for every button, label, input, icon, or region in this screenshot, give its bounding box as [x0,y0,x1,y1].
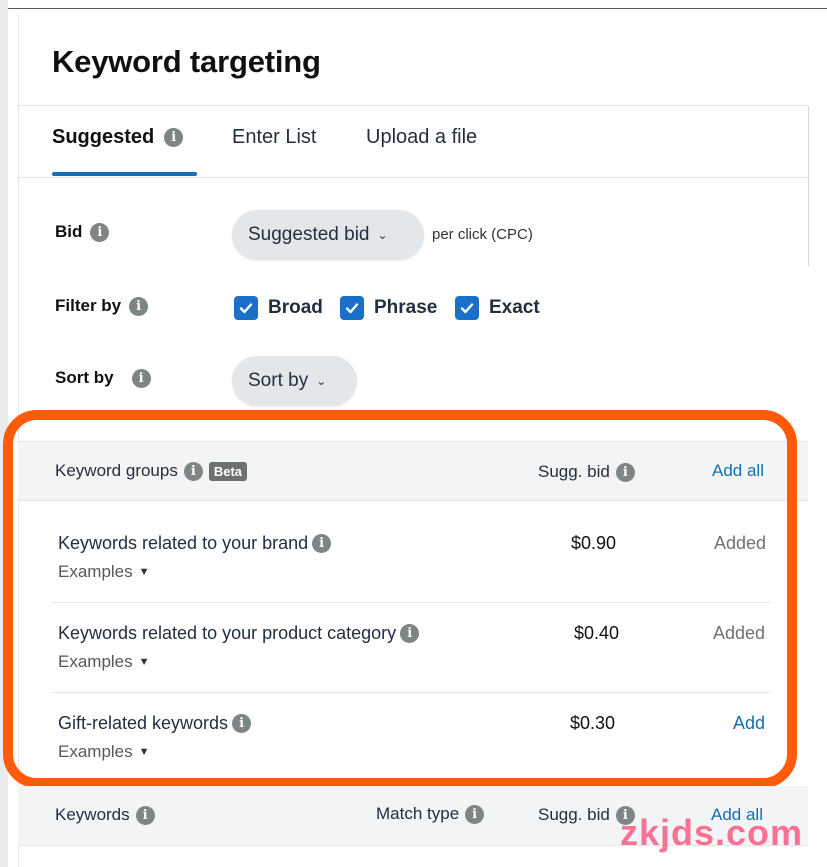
keywords-bid-column-label: Sugg. bid [538,805,610,824]
filter-label-text: Filter by [55,296,122,315]
bid-select[interactable]: Suggested bid ⌄ [232,210,424,260]
tab-upload-file[interactable]: Upload a file [366,126,477,149]
active-tab-indicator [52,172,197,176]
tab-enter-list[interactable]: Enter List [232,126,316,149]
info-icon[interactable]: i [129,296,149,316]
info-icon[interactable]: i [131,368,151,388]
filter-exact[interactable]: Exact [455,296,540,320]
checkbox-checked-icon[interactable] [234,296,258,320]
bid-label-text: Bid [55,222,83,241]
per-click-text: per click (CPC) [432,226,533,243]
match-type-column: Match type i [376,804,485,824]
match-type-column-label: Match type [376,804,460,823]
sort-label-text: Sort by [55,368,114,387]
watermark: zkjds.com [620,812,804,853]
filter-exact-label: Exact [489,297,540,318]
checkbox-checked-icon[interactable] [340,296,364,320]
top-divider [8,8,827,9]
chevron-down-icon: ⌄ [316,374,327,388]
filter-broad-label: Broad [268,297,323,318]
sort-label: Sort by i [55,368,151,388]
keywords-title: Keywords i [55,805,155,825]
info-icon[interactable]: i [164,128,184,147]
screen: Keyword targeting Suggested i Enter List… [0,0,827,867]
info-icon[interactable]: i [90,222,110,242]
info-icon[interactable]: i [465,804,485,824]
sort-select-value: Sort by [248,370,309,391]
tab-suggested[interactable]: Suggested i [52,126,184,149]
bid-label: Bid i [55,222,110,242]
bid-select-value: Suggested bid [248,224,370,245]
page-title: Keyword targeting [52,44,321,79]
tabs-divider [18,177,808,178]
title-divider [18,105,808,106]
card-right-border [808,106,809,266]
filter-phrase[interactable]: Phrase [340,296,437,320]
info-icon[interactable]: i [135,805,155,825]
filter-broad[interactable]: Broad [234,296,323,320]
sort-select[interactable]: Sort by ⌄ [232,356,357,406]
keywords-title-text: Keywords [55,805,130,824]
highlight-annotation-box [3,410,797,788]
tab-suggested-label: Suggested [52,126,155,148]
chevron-down-icon: ⌄ [377,228,388,242]
checkbox-checked-icon[interactable] [455,296,479,320]
filter-label: Filter by i [55,296,149,316]
filter-phrase-label: Phrase [374,297,438,318]
